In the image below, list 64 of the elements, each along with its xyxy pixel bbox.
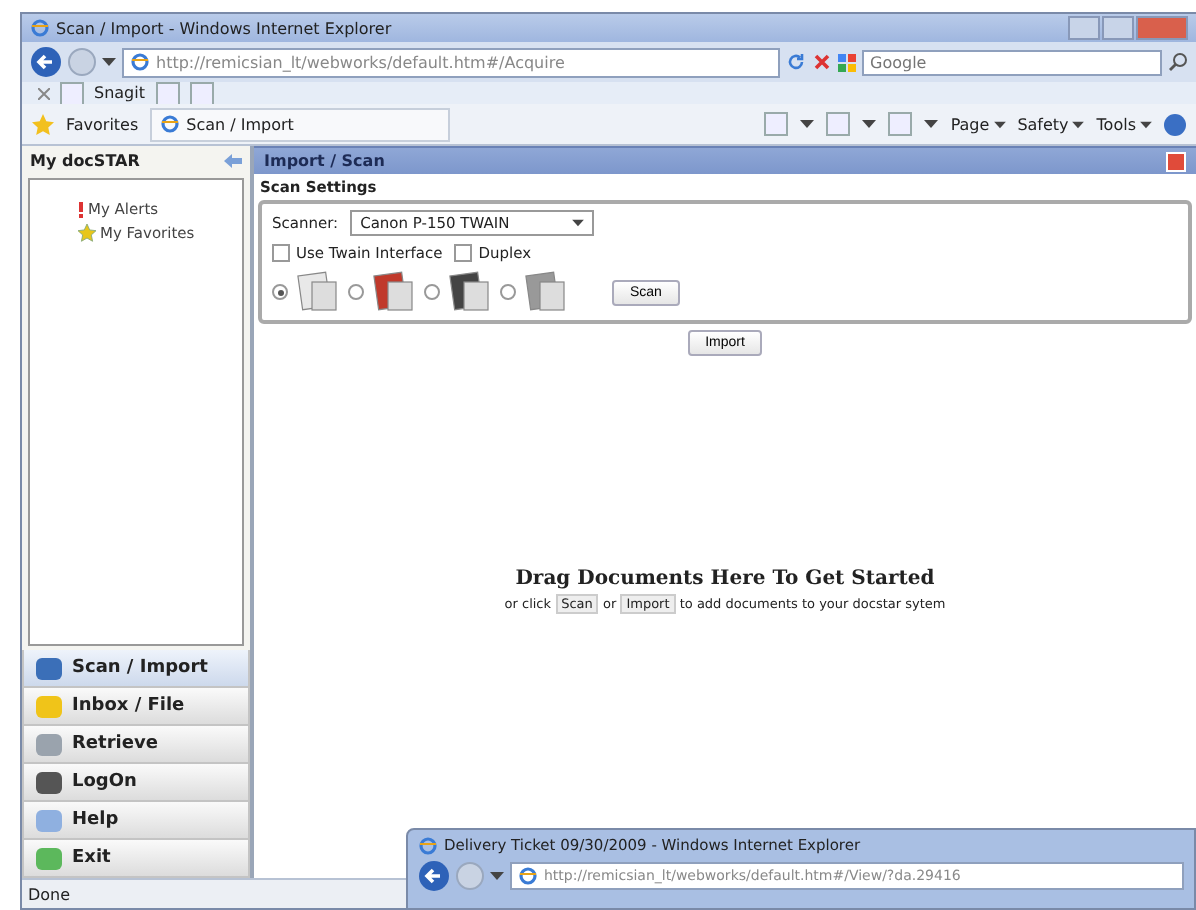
back-icon[interactable] [30,46,62,78]
nav-item[interactable]: LogOn [22,764,250,802]
caret-icon[interactable] [102,56,116,68]
nav-icon [36,657,62,679]
caret-icon[interactable] [490,870,504,882]
minimize-button[interactable] [1068,16,1100,40]
browser-logo-icon [160,114,181,134]
scan-mode-thumbnail-icon [522,270,570,314]
nav-item[interactable]: Retrieve [22,726,250,764]
radio-button[interactable] [424,284,440,300]
favorites-button[interactable]: Favorites [66,115,139,133]
menu-button[interactable]: Tools [1096,115,1152,133]
radio-button[interactable] [272,284,288,300]
caret-icon[interactable] [924,118,939,130]
maximize-button[interactable] [1102,16,1134,40]
browser-logo-icon [30,18,50,38]
stop-icon[interactable] [812,52,832,72]
caret-icon[interactable] [800,118,815,130]
search-field[interactable]: Google [862,49,1162,75]
nav-item[interactable]: Inbox / File [22,688,250,726]
caret-icon [1140,119,1152,129]
nav-icon [36,695,62,717]
caret-icon [1072,119,1085,129]
scan-mode-thumbnail-icon [370,270,418,314]
close-toolbar-icon[interactable] [38,87,50,99]
caret-icon[interactable] [862,118,877,130]
radio-button[interactable] [348,284,364,300]
browser-logo-icon [518,866,538,886]
search-icon[interactable] [1168,52,1188,72]
address-bar[interactable]: http://remicsian_lt/webworks/default.htm#/Acquire [122,47,780,77]
collapse-arrow-icon[interactable] [224,153,242,167]
browser-tab[interactable]: Scan / Import [150,107,451,141]
panel-close-button[interactable] [1166,151,1186,171]
checkbox[interactable] [272,244,290,262]
menu-button[interactable]: Page [950,115,1006,133]
toolbar-button[interactable]: Snagit [94,84,145,102]
nav-icon [36,847,62,869]
alert-icon [78,201,84,217]
drop-zone-title: Drag Documents Here To Get Started [515,568,935,590]
browser-logo-icon [130,52,150,72]
status-text: Done [28,885,71,903]
nav-item[interactable]: Help [22,802,250,840]
nav-icon [36,771,62,793]
checkbox[interactable] [454,244,473,262]
nav-item[interactable]: Exit [22,840,250,878]
menu-button[interactable]: Safety [1017,115,1085,133]
scan-mode-thumbnail-icon [294,270,342,314]
sidebar-title: My docSTAR [30,151,140,169]
radio-button[interactable] [500,284,516,300]
back-icon[interactable] [418,860,450,892]
caret-icon [993,119,1006,129]
star-icon [78,224,96,242]
scan-mode-thumbnail-icon [446,270,494,314]
star-icon [32,113,54,135]
panel-title: Import / Scan [264,152,385,170]
refresh-icon[interactable] [786,52,806,72]
nav-icon [36,733,62,755]
nav-item[interactable]: Scan / Import [22,650,250,688]
nav-icon [36,809,62,831]
help-icon[interactable] [1164,113,1186,135]
search-engine-icon [838,53,856,71]
window-title: Scan / Import - Windows Internet Explorer [56,19,392,37]
browser-logo-icon [418,835,438,855]
caret-icon [572,218,585,228]
